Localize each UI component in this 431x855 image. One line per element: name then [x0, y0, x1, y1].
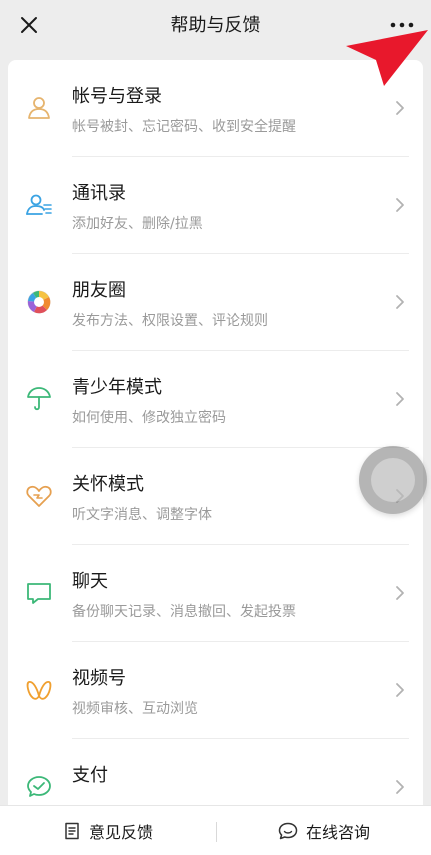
online-consult-label: 在线咨询 — [305, 823, 370, 842]
chevron-right-icon — [396, 392, 404, 406]
item-subtitle: 备份聊天记录、消息撤回、发起投票 — [72, 604, 296, 620]
list-item-contacts[interactable]: 通讯录 添加好友、删除/拉黑 — [8, 157, 423, 254]
list-item-channels[interactable]: 视频号 视频审核、互动浏览 — [8, 642, 423, 739]
list-item-chat[interactable]: 聊天 备份聊天记录、消息撤回、发起投票 — [8, 545, 423, 642]
chevron-right-icon — [396, 198, 404, 212]
item-subtitle: 如何使用、修改独立密码 — [72, 410, 226, 426]
list-item-moments[interactable]: 朋友圈 发布方法、权限设置、评论规则 — [8, 254, 423, 351]
list-item-care-mode[interactable]: 关怀模式 听文字消息、调整字体 — [8, 448, 423, 545]
item-subtitle: 视频审核、互动浏览 — [72, 701, 198, 717]
item-title: 帐号与登录 — [72, 86, 162, 107]
item-title: 朋友圈 — [72, 280, 126, 301]
item-subtitle: 听文字消息、调整字体 — [72, 507, 212, 523]
list-item-account-login[interactable]: 帐号与登录 帐号被封、忘记密码、收到安全提醒 — [8, 60, 423, 157]
help-topic-list: 帐号与登录 帐号被封、忘记密码、收到安全提醒 通讯录 添加好友、删除/拉黑 朋友… — [8, 60, 423, 805]
item-subtitle: 帐号被封、忘记密码、收到安全提醒 — [72, 119, 296, 135]
chevron-right-icon — [396, 101, 404, 115]
document-icon — [65, 822, 79, 840]
care-icon — [25, 482, 53, 510]
umbrella-icon — [25, 385, 53, 413]
channels-icon — [25, 676, 53, 704]
chevron-right-icon — [396, 295, 404, 309]
moments-icon — [25, 288, 53, 316]
chat-bubble-icon — [278, 822, 298, 840]
item-title: 支付 — [72, 765, 108, 786]
item-subtitle: 添加好友、删除/拉黑 — [72, 216, 203, 232]
item-title: 关怀模式 — [72, 474, 144, 495]
floating-assistive-ball[interactable] — [359, 446, 427, 514]
close-icon — [21, 17, 37, 33]
feedback-label: 意见反馈 — [88, 823, 153, 842]
user-icon — [25, 94, 53, 122]
more-button[interactable] — [385, 10, 419, 40]
bottom-action-bar: 意见反馈 在线咨询 — [0, 805, 431, 855]
top-nav-bar: 帮助与反馈 — [0, 0, 431, 54]
chat-icon — [25, 579, 53, 607]
chevron-right-icon — [396, 780, 404, 794]
floating-ball-inner — [371, 458, 415, 502]
item-title: 通讯录 — [72, 183, 126, 204]
list-item-pay[interactable]: 支付 — [8, 739, 423, 805]
item-title: 视频号 — [72, 668, 126, 689]
help-feedback-page: 帮助与反馈 帐号与登录 帐号被封、忘记密码、收到安全提醒 通讯录 添加好友、删除… — [0, 0, 431, 855]
feedback-button[interactable]: 意见反馈 — [0, 806, 216, 855]
item-subtitle: 发布方法、权限设置、评论规则 — [72, 313, 268, 329]
more-icon — [390, 22, 414, 28]
online-consult-button[interactable]: 在线咨询 — [217, 806, 431, 855]
pay-icon — [25, 773, 53, 801]
contacts-icon — [25, 191, 53, 219]
close-button[interactable] — [14, 10, 44, 40]
chevron-right-icon — [396, 586, 404, 600]
item-title: 聊天 — [72, 571, 108, 592]
item-title: 青少年模式 — [72, 377, 162, 398]
list-item-youth-mode[interactable]: 青少年模式 如何使用、修改独立密码 — [8, 351, 423, 448]
chevron-right-icon — [396, 683, 404, 697]
page-title: 帮助与反馈 — [170, 15, 261, 36]
